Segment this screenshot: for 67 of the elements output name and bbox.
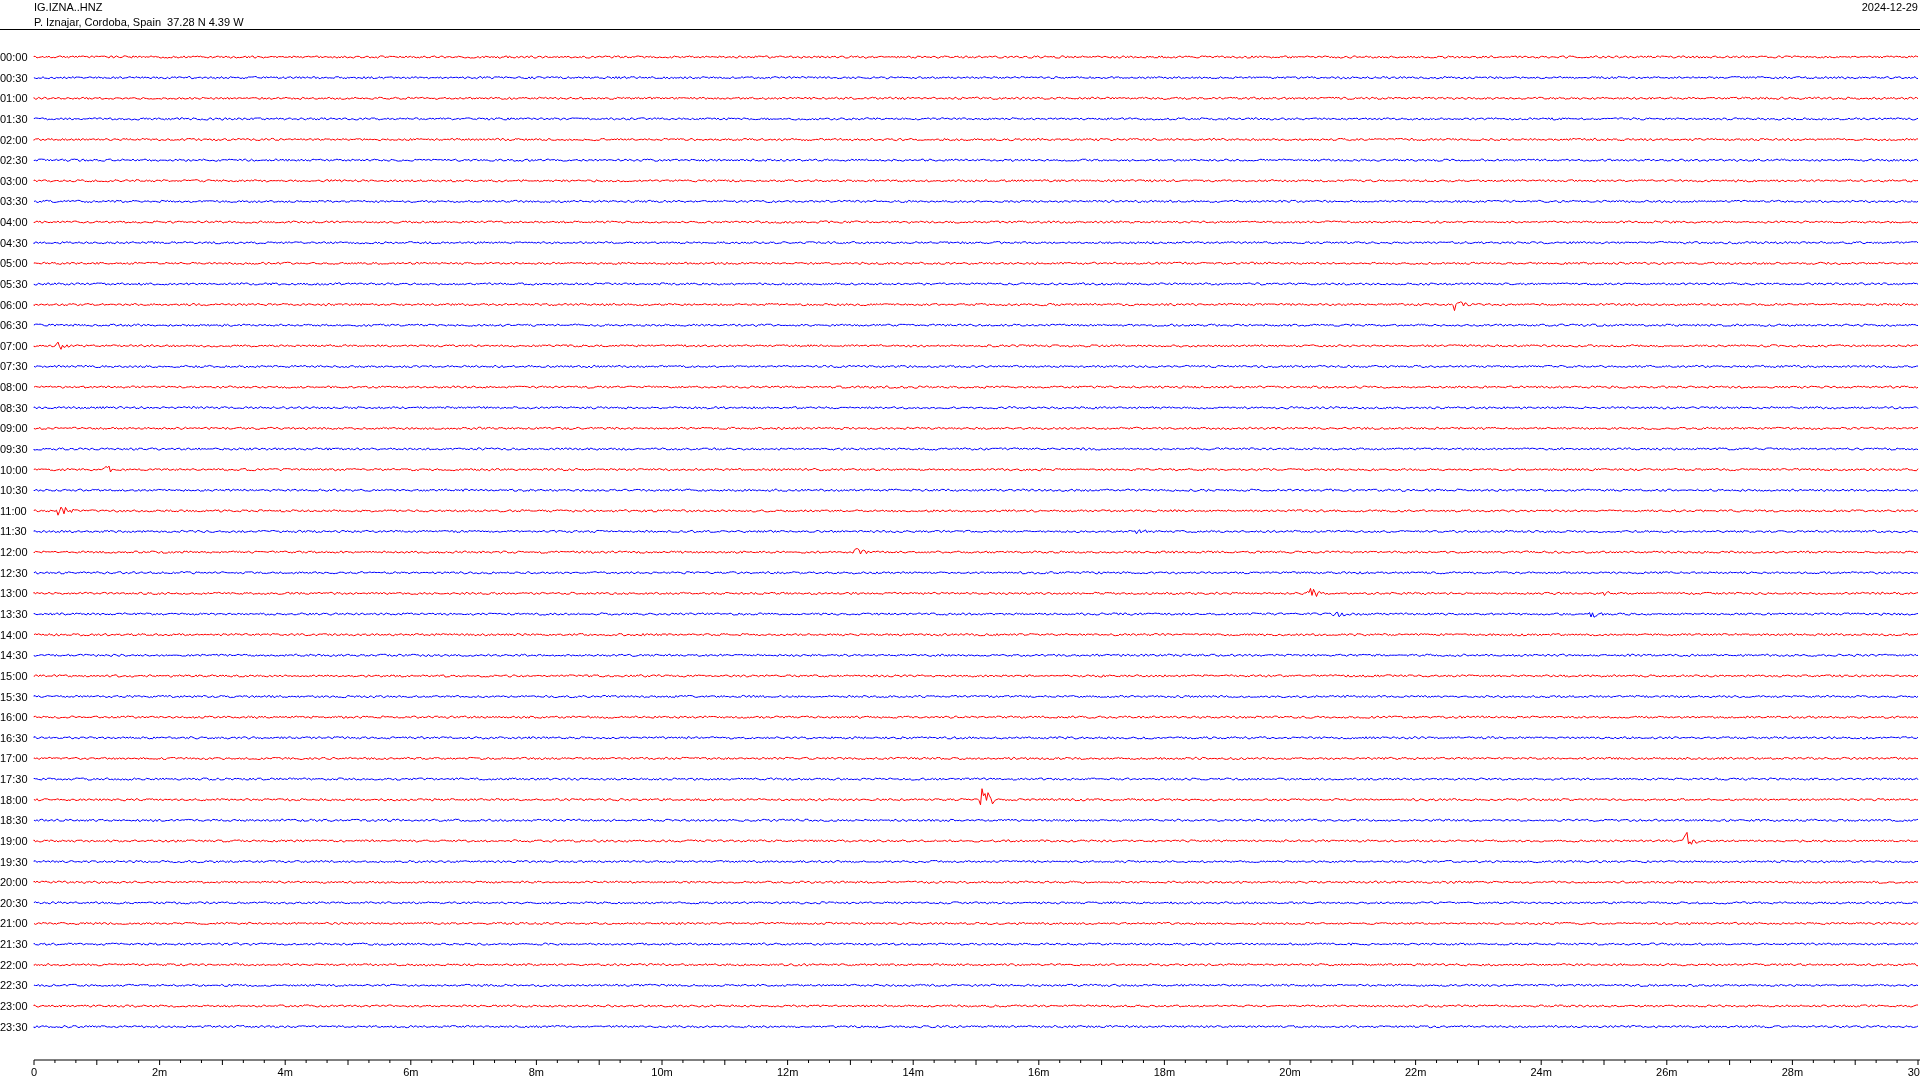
axis-label: 26m — [1656, 1066, 1678, 1078]
axis-label: 16m — [1028, 1066, 1050, 1078]
axis-label: 22m — [1404, 1066, 1427, 1078]
axis-label: 4m — [277, 1066, 293, 1078]
date-label: 2024-12-29 — [1861, 0, 1918, 14]
time-label: 09:00 — [0, 422, 28, 435]
time-label: 22:30 — [0, 979, 28, 992]
time-label: 06:00 — [0, 298, 28, 311]
time-label: 04:00 — [0, 216, 28, 229]
axis-label: 14m — [902, 1066, 924, 1078]
time-label: 15:00 — [0, 669, 28, 682]
time-label: 18:30 — [0, 814, 28, 827]
time-label: 09:30 — [0, 442, 28, 455]
time-label: 00:30 — [0, 71, 28, 84]
time-label: 04:30 — [0, 236, 28, 249]
time-label: 13:00 — [0, 587, 28, 600]
time-label: 23:30 — [0, 1020, 28, 1033]
time-label: 12:00 — [0, 546, 28, 559]
axis-label: 2m — [151, 1066, 168, 1078]
time-label: 01:30 — [0, 112, 28, 125]
time-label: 18:00 — [0, 793, 28, 806]
time-label: 10:00 — [0, 463, 28, 476]
time-label: 23:00 — [0, 1000, 28, 1012]
time-label: 14:00 — [0, 628, 28, 641]
time-label: 06:30 — [0, 319, 28, 332]
axis-label: 0 — [31, 1066, 38, 1078]
axis-label: 20m — [1279, 1066, 1301, 1078]
time-label: 08:00 — [0, 381, 28, 394]
time-label: 16:30 — [0, 731, 28, 744]
time-label: 11:30 — [0, 525, 27, 538]
axis-label: 30 — [1907, 1066, 1920, 1078]
time-label: 05:30 — [0, 277, 28, 290]
time-label: 16:00 — [0, 711, 28, 724]
station-location: P. Iznajar, Cordoba, Spain 37.28 N 4.39 W — [34, 16, 244, 29]
axis-label: 18m — [1153, 1066, 1176, 1078]
time-label: 17:00 — [0, 752, 28, 765]
axis-label: 12m — [776, 1066, 799, 1078]
time-label: 03:00 — [0, 174, 28, 187]
time-label: 19:00 — [0, 834, 28, 847]
time-label: 12:30 — [0, 566, 28, 579]
time-label: 01:00 — [0, 92, 28, 105]
time-label: 07:30 — [0, 360, 28, 373]
axis-label: 24m — [1530, 1066, 1552, 1078]
time-label: 21:00 — [0, 917, 28, 930]
time-label: 13:30 — [0, 608, 28, 620]
time-label: 22:00 — [0, 958, 28, 971]
axis-label: 8m — [528, 1066, 545, 1078]
axis-label: 10m — [651, 1066, 673, 1078]
time-label: 14:30 — [0, 649, 28, 662]
time-label: 07:00 — [0, 339, 28, 352]
axis-label: 28m — [1781, 1066, 1804, 1078]
time-label: 15:30 — [0, 690, 28, 703]
time-label: 20:00 — [0, 876, 28, 889]
time-label: 05:00 — [0, 257, 28, 270]
time-label: 10:30 — [0, 484, 28, 497]
axis-label: 6m — [403, 1066, 419, 1078]
time-label: 02:00 — [0, 133, 28, 146]
time-label: 02:30 — [0, 154, 28, 167]
time-label: 03:30 — [0, 195, 28, 208]
time-label: 08:30 — [0, 401, 28, 414]
time-label: 19:30 — [0, 855, 28, 868]
time-label: 11:00 — [0, 504, 27, 517]
time-label: 17:30 — [0, 773, 28, 786]
station-code: IG.IZNA..HNZ — [34, 1, 103, 14]
time-label: 00:00 — [0, 51, 28, 63]
time-label: 20:30 — [0, 896, 28, 909]
time-label: 21:30 — [0, 938, 28, 951]
